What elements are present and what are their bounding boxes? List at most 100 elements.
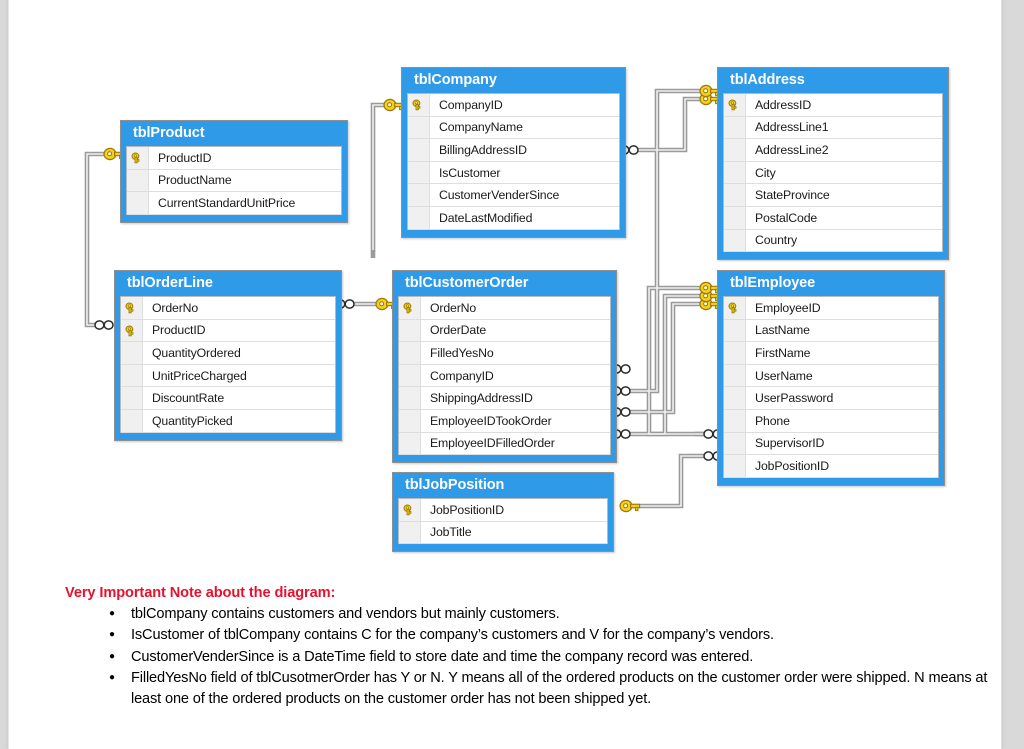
entity-field-row[interactable]: AddressLine1 — [724, 116, 942, 140]
entity-table-tblOrderLine[interactable]: tblOrderLine OrderNo ProductID QuantityOrde… — [114, 270, 342, 441]
entity-field-row[interactable]: JobPositionID — [399, 499, 607, 522]
entity-field-row[interactable]: AddressID — [724, 94, 942, 117]
entity-field-row[interactable]: LastName — [724, 319, 938, 343]
entity-field-row[interactable]: JobPositionID — [724, 455, 938, 478]
field-gutter — [724, 387, 746, 409]
entity-field-name: FirstName — [755, 345, 811, 360]
entity-field-list: OrderNo OrderDate FilledYesNo CompanyID Ship… — [398, 296, 611, 456]
field-gutter — [399, 387, 421, 409]
note-item: FilledYesNo field of tblCusotmerOrder ha… — [109, 667, 1001, 711]
entity-field-row[interactable]: FilledYesNo — [399, 342, 610, 365]
entity-field-name: Country — [755, 233, 798, 248]
field-gutter — [127, 192, 149, 214]
entity-field-row[interactable]: CustomerVenderSince — [408, 184, 619, 207]
field-gutter — [408, 161, 430, 184]
primary-key-icon — [399, 499, 421, 521]
entity-field-row[interactable]: CompanyID — [399, 364, 610, 388]
entity-table-tblEmployee[interactable]: tblEmployee EmployeeID LastName FirstName Us… — [717, 270, 945, 486]
entity-field-name: AddressLine1 — [755, 120, 829, 135]
field-gutter — [724, 184, 746, 206]
field-gutter — [724, 409, 746, 432]
entity-field-name: ShippingAddressID — [430, 391, 533, 406]
entity-field-row[interactable]: CompanyName — [408, 116, 619, 140]
field-gutter — [399, 409, 421, 432]
primary-key-icon — [121, 319, 143, 342]
entity-table-tblProduct[interactable]: tblProduct ProductID ProductName CurrentSta… — [120, 120, 348, 223]
field-gutter — [724, 206, 746, 229]
notes-heading: Very Important Note about the diagram: — [65, 585, 336, 601]
field-gutter — [408, 139, 430, 161]
entity-field-name: SupervisorID — [755, 436, 825, 451]
entity-field-name: LastName — [755, 323, 810, 338]
entity-field-name: ProductID — [158, 150, 212, 165]
entity-field-row[interactable]: ShippingAddressID — [399, 387, 610, 410]
entity-field-row[interactable]: EmployeeID — [724, 297, 938, 320]
field-gutter — [724, 116, 746, 139]
relationship-many-marker — [94, 320, 114, 330]
entity-field-row[interactable]: EmployeeIDFilledOrder — [399, 432, 610, 456]
entity-table-title: tblProduct — [133, 125, 205, 141]
entity-field-row[interactable]: DateLastModified — [408, 206, 619, 230]
entity-field-row[interactable]: ProductID — [121, 319, 335, 343]
entity-field-row[interactable]: SupervisorID — [724, 432, 938, 456]
entity-field-name: FilledYesNo — [430, 345, 494, 360]
entity-field-name: CompanyID — [430, 368, 494, 383]
entity-field-name: OrderNo — [152, 300, 199, 315]
entity-field-row[interactable]: City — [724, 161, 942, 185]
entity-field-name: EmployeeIDTookOrder — [430, 413, 552, 428]
entity-field-row[interactable]: OrderNo — [121, 297, 335, 320]
entity-field-name: AddressID — [755, 97, 812, 112]
entity-field-row[interactable]: UserPassword — [724, 387, 938, 410]
entity-field-name: ProductName — [158, 173, 232, 188]
entity-field-row[interactable]: ProductName — [127, 169, 341, 193]
entity-field-row[interactable]: CurrentStandardUnitPrice — [127, 192, 341, 215]
entity-field-name: City — [755, 165, 776, 180]
entity-field-row[interactable]: QuantityOrdered — [121, 342, 335, 365]
entity-table-tblAddress[interactable]: tblAddress AddressID AddressLine1 AddressLi… — [717, 67, 949, 261]
entity-field-name: JobPositionID — [755, 458, 829, 473]
entity-field-row[interactable]: Phone — [724, 409, 938, 433]
field-gutter — [724, 364, 746, 387]
entity-field-name: QuantityOrdered — [152, 345, 241, 360]
entity-field-row[interactable]: EmployeeIDTookOrder — [399, 409, 610, 433]
entity-field-row[interactable]: FirstName — [724, 342, 938, 365]
entity-field-row[interactable]: OrderNo — [399, 297, 610, 320]
entity-field-name: PostalCode — [755, 210, 818, 225]
field-gutter — [724, 229, 746, 252]
entity-field-list: ProductID ProductName CurrentStandardUnitP… — [126, 146, 342, 215]
entity-field-row[interactable]: Country — [724, 229, 942, 253]
entity-field-row[interactable]: BillingAddressID — [408, 139, 619, 162]
entity-table-tblJobPosition[interactable]: tblJobPosition JobPositionID JobTitle — [392, 472, 614, 553]
entity-table-tblCompany[interactable]: tblCompany CompanyID CompanyName BillingAdd… — [401, 67, 626, 238]
primary-key-icon — [127, 147, 149, 169]
entity-field-row[interactable]: PostalCode — [724, 206, 942, 230]
notes-list: tblCompany contains customers and vendor… — [9, 603, 1001, 711]
entity-field-row[interactable]: JobTitle — [399, 521, 607, 545]
entity-field-row[interactable]: UnitPriceCharged — [121, 364, 335, 388]
entity-field-row[interactable]: DiscountRate — [121, 387, 335, 410]
notes-section: Very Important Note about the diagram: t… — [9, 585, 1001, 710]
entity-field-name: CurrentStandardUnitPrice — [158, 195, 296, 210]
field-gutter — [399, 521, 421, 544]
entity-field-row[interactable]: UserName — [724, 364, 938, 388]
entity-field-row[interactable]: ProductID — [127, 147, 341, 170]
entity-field-name: DateLastModified — [439, 210, 533, 225]
primary-key-icon — [399, 297, 421, 319]
entity-field-row[interactable]: AddressLine2 — [724, 139, 942, 162]
field-gutter — [724, 455, 746, 477]
entity-field-row[interactable]: OrderDate — [399, 319, 610, 343]
field-gutter — [121, 342, 143, 364]
document-page: tblProduct ProductID ProductName CurrentSta… — [8, 0, 1002, 749]
er-diagram-canvas: tblProduct ProductID ProductName CurrentSta… — [9, 0, 1001, 580]
entity-field-row[interactable]: CompanyID — [408, 94, 619, 117]
entity-field-row[interactable]: QuantityPicked — [121, 409, 335, 433]
entity-field-row[interactable]: StateProvince — [724, 184, 942, 207]
entity-field-name: ProductID — [152, 323, 206, 338]
entity-field-row[interactable]: IsCustomer — [408, 161, 619, 185]
entity-table-tblCustomerOrder[interactable]: tblCustomerOrder OrderNo OrderDate FilledYe… — [392, 270, 617, 464]
field-gutter — [399, 432, 421, 455]
relationship-key-marker — [619, 499, 641, 513]
field-gutter — [399, 319, 421, 342]
entity-field-name: OrderNo — [430, 300, 477, 315]
field-gutter — [408, 116, 430, 139]
